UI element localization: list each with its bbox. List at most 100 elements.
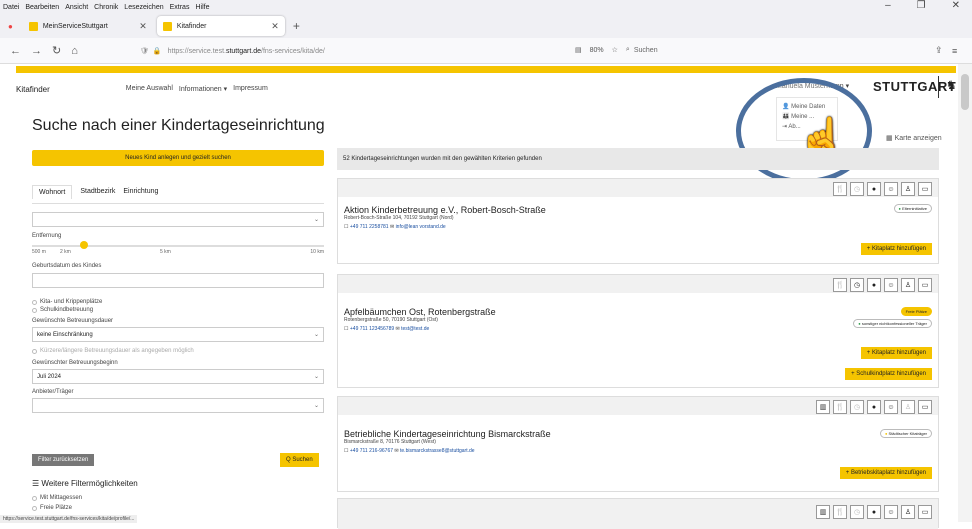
- add-schulkindplatz-button[interactable]: + Schulkindplatz hinzufügen: [845, 368, 932, 380]
- reload-icon[interactable]: ↻: [52, 44, 61, 57]
- schul-radio[interactable]: Schulkindbetreuung: [32, 306, 324, 314]
- tab-close-icon[interactable]: ✕: [271, 21, 279, 32]
- maximize-icon[interactable]: ❐: [917, 0, 926, 11]
- menu-ansicht[interactable]: Ansicht: [65, 4, 88, 11]
- new-tab-icon[interactable]: +: [293, 19, 300, 33]
- checkbox-icon: [32, 505, 37, 511]
- frei-checkbox[interactable]: Freie Plätze: [32, 504, 72, 512]
- geburtsdatum-input[interactable]: [32, 273, 324, 288]
- home-icon[interactable]: ⌂: [71, 45, 78, 57]
- menu-bearbeiten[interactable]: Bearbeiten: [25, 4, 59, 11]
- extensions-icon[interactable]: ⇪: [935, 45, 943, 56]
- menu-bar: Datei Bearbeiten Ansicht Chronik Lesezei…: [0, 0, 972, 14]
- kita-radio[interactable]: Kita- und Krippenplätze: [32, 298, 324, 306]
- search-box[interactable]: ⌕ Suchen: [626, 42, 826, 58]
- baby-icon: ☺: [884, 505, 898, 519]
- phone-link[interactable]: +49 711 123456789: [350, 326, 394, 332]
- forward-icon[interactable]: →: [31, 45, 42, 57]
- beginn-label: Gewünschter Betreuungsbeginn: [32, 360, 118, 366]
- zoom-level[interactable]: 80%: [590, 47, 604, 54]
- baby-icon: ☺: [884, 278, 898, 292]
- address-select[interactable]: ⌄: [32, 212, 324, 227]
- email-link[interactable]: test@test.de: [401, 326, 429, 332]
- nav-meine-auswahl[interactable]: Meine Auswahl: [126, 85, 173, 93]
- card-header: 🍴 ◷ ● ☺ ♙ ▭: [338, 179, 938, 197]
- url-bar[interactable]: 🛡 🔒 https://service.test. stuttgart.de/fn…: [140, 42, 560, 60]
- company-icon: ▥: [816, 400, 830, 414]
- yellow-header-bar: [16, 66, 956, 73]
- card-name[interactable]: Betriebliche Kindertageseinrichtung Bism…: [344, 429, 938, 439]
- tick-label: 5 km: [160, 249, 171, 255]
- star-icon[interactable]: ☆: [612, 46, 618, 54]
- anbieter-select[interactable]: ⌄: [32, 398, 324, 413]
- tab-einrichtung[interactable]: Einrichtung: [123, 188, 158, 199]
- search-icon: ⌕: [625, 46, 630, 53]
- tab-stadtbezirk[interactable]: Stadtbezirk: [80, 188, 115, 199]
- clock-icon: ◷: [850, 505, 864, 519]
- chevron-down-icon: ⌄: [313, 332, 319, 338]
- search-button[interactable]: Q Suchen: [280, 453, 319, 467]
- card-name[interactable]: Apfelbäumchen Ost, Rotenbergstraße: [344, 307, 938, 317]
- result-card: ▥ 🍴 ◷ ● ☺ ♙ ▭: [337, 498, 939, 529]
- dauer-select[interactable]: keine Einschränkung ⌄: [32, 327, 324, 342]
- tab-bar: ● MeinServiceStuttgart ✕ Kitafinder ✕ +: [0, 14, 972, 38]
- close-icon[interactable]: ✕: [952, 0, 960, 11]
- email-link[interactable]: te.bismarckstrasse8@stuttgart.de: [400, 448, 475, 454]
- feature-icons: ▥ 🍴 ◷ ● ☺ ♙ ▭: [816, 400, 932, 414]
- card-name[interactable]: Aktion Kinderbetreuung e.V., Robert-Bosc…: [344, 205, 938, 215]
- menu-lesezeichen[interactable]: Lesezeichen: [124, 4, 163, 11]
- slider-handle[interactable]: [80, 241, 88, 249]
- karte-label: Karte anzeigen: [894, 135, 942, 142]
- nav-impressum[interactable]: Impressum: [233, 85, 268, 93]
- menu-hilfe[interactable]: Hilfe: [195, 4, 209, 11]
- nav-informationen[interactable]: Informationen ▾: [179, 85, 227, 93]
- hamburger-icon[interactable]: ≡: [952, 46, 957, 56]
- add-kitaplatz-button[interactable]: + Kitaplatz hinzufügen: [860, 347, 932, 359]
- result-count: 52 Kindertageseinrichtungen wurden mit d…: [337, 148, 939, 170]
- tab-wohnort[interactable]: Wohnort: [32, 185, 73, 199]
- menu-datei[interactable]: Datei: [3, 4, 19, 11]
- url-path: /fns-services/kita/de/: [261, 47, 325, 55]
- weitere-filter-header[interactable]: ☰ Weitere Filtermöglichkeiten: [32, 479, 138, 488]
- new-child-button[interactable]: Neues Kind anlegen und gezielt suchen: [32, 150, 324, 166]
- radio-icon: [32, 299, 37, 305]
- reset-filter-button[interactable]: Filter zurücksetzen: [32, 454, 95, 466]
- mittag-checkbox[interactable]: Mit Mittagessen: [32, 494, 82, 502]
- dauer-label: Gewünschte Betreuungsdauer: [32, 318, 114, 324]
- company-icon: ▥: [816, 505, 830, 519]
- traeger-badge: ● Städtischer Kitaträger: [879, 429, 932, 438]
- child-icon: ♙: [901, 278, 915, 292]
- menu-extras[interactable]: Extras: [170, 4, 190, 11]
- url-right-controls: ▤ 80% ☆ ⌕ Suchen: [575, 42, 826, 58]
- result-card: 🍴 ◷ ● ☺ ♙ ▭ Apfelbäumchen Ost, Rotenbergstraß…: [337, 274, 939, 388]
- minimize-icon[interactable]: –: [885, 0, 891, 11]
- menu-chronik[interactable]: Chronik: [94, 4, 118, 11]
- tab-meinservice[interactable]: MeinServiceStuttgart ✕: [23, 16, 153, 36]
- karte-anzeigen-link[interactable]: ▦ Karte anzeigen: [886, 134, 942, 142]
- back-icon[interactable]: ←: [10, 45, 21, 57]
- reader-icon[interactable]: ▤: [575, 46, 582, 54]
- phone-link[interactable]: +49 711 216-96767: [350, 448, 393, 454]
- tab-kitafinder[interactable]: Kitafinder ✕: [156, 16, 285, 36]
- stuttgart-logo[interactable]: STUTTGART: [873, 79, 956, 94]
- add-kitaplatz-button[interactable]: + Kitaplatz hinzufügen: [860, 243, 932, 255]
- url-prefix: https://service.test.: [167, 47, 226, 55]
- scroll-thumb[interactable]: [961, 74, 969, 110]
- kuerzer-checkbox[interactable]: Kürzere/längere Betreuungsdauer als ange…: [32, 347, 324, 355]
- clock-icon: ◷: [850, 400, 864, 414]
- tab-close-icon[interactable]: ✕: [139, 21, 147, 32]
- distance-slider[interactable]: [32, 239, 324, 249]
- baby-icon: ☺: [884, 182, 898, 196]
- page-title: Suche nach einer Kindertageseinrichtung: [32, 117, 325, 134]
- card-contact: ☐ +49 711 216-96767 ✉ te.bismarckstrasse…: [344, 448, 938, 454]
- email-link[interactable]: info@lean vorstand.de: [396, 224, 446, 230]
- card-contact: ☐ +49 711 2258781 ✉ info@lean vorstand.d…: [344, 224, 938, 230]
- phone-link[interactable]: +49 711 2258781: [350, 224, 389, 230]
- radio-icon: [32, 307, 37, 313]
- scrollbar[interactable]: [958, 64, 972, 522]
- add-betriebskitaplatz-button[interactable]: + Betriebskitaplatz hinzufügen: [839, 467, 932, 479]
- beginn-select[interactable]: Juli 2024 ⌄: [32, 369, 324, 384]
- brand[interactable]: Kitafinder: [16, 85, 50, 94]
- results-panel: 52 Kindertageseinrichtungen wurden mit d…: [337, 148, 939, 529]
- schul-label: Schulkindbetreuung: [40, 307, 94, 313]
